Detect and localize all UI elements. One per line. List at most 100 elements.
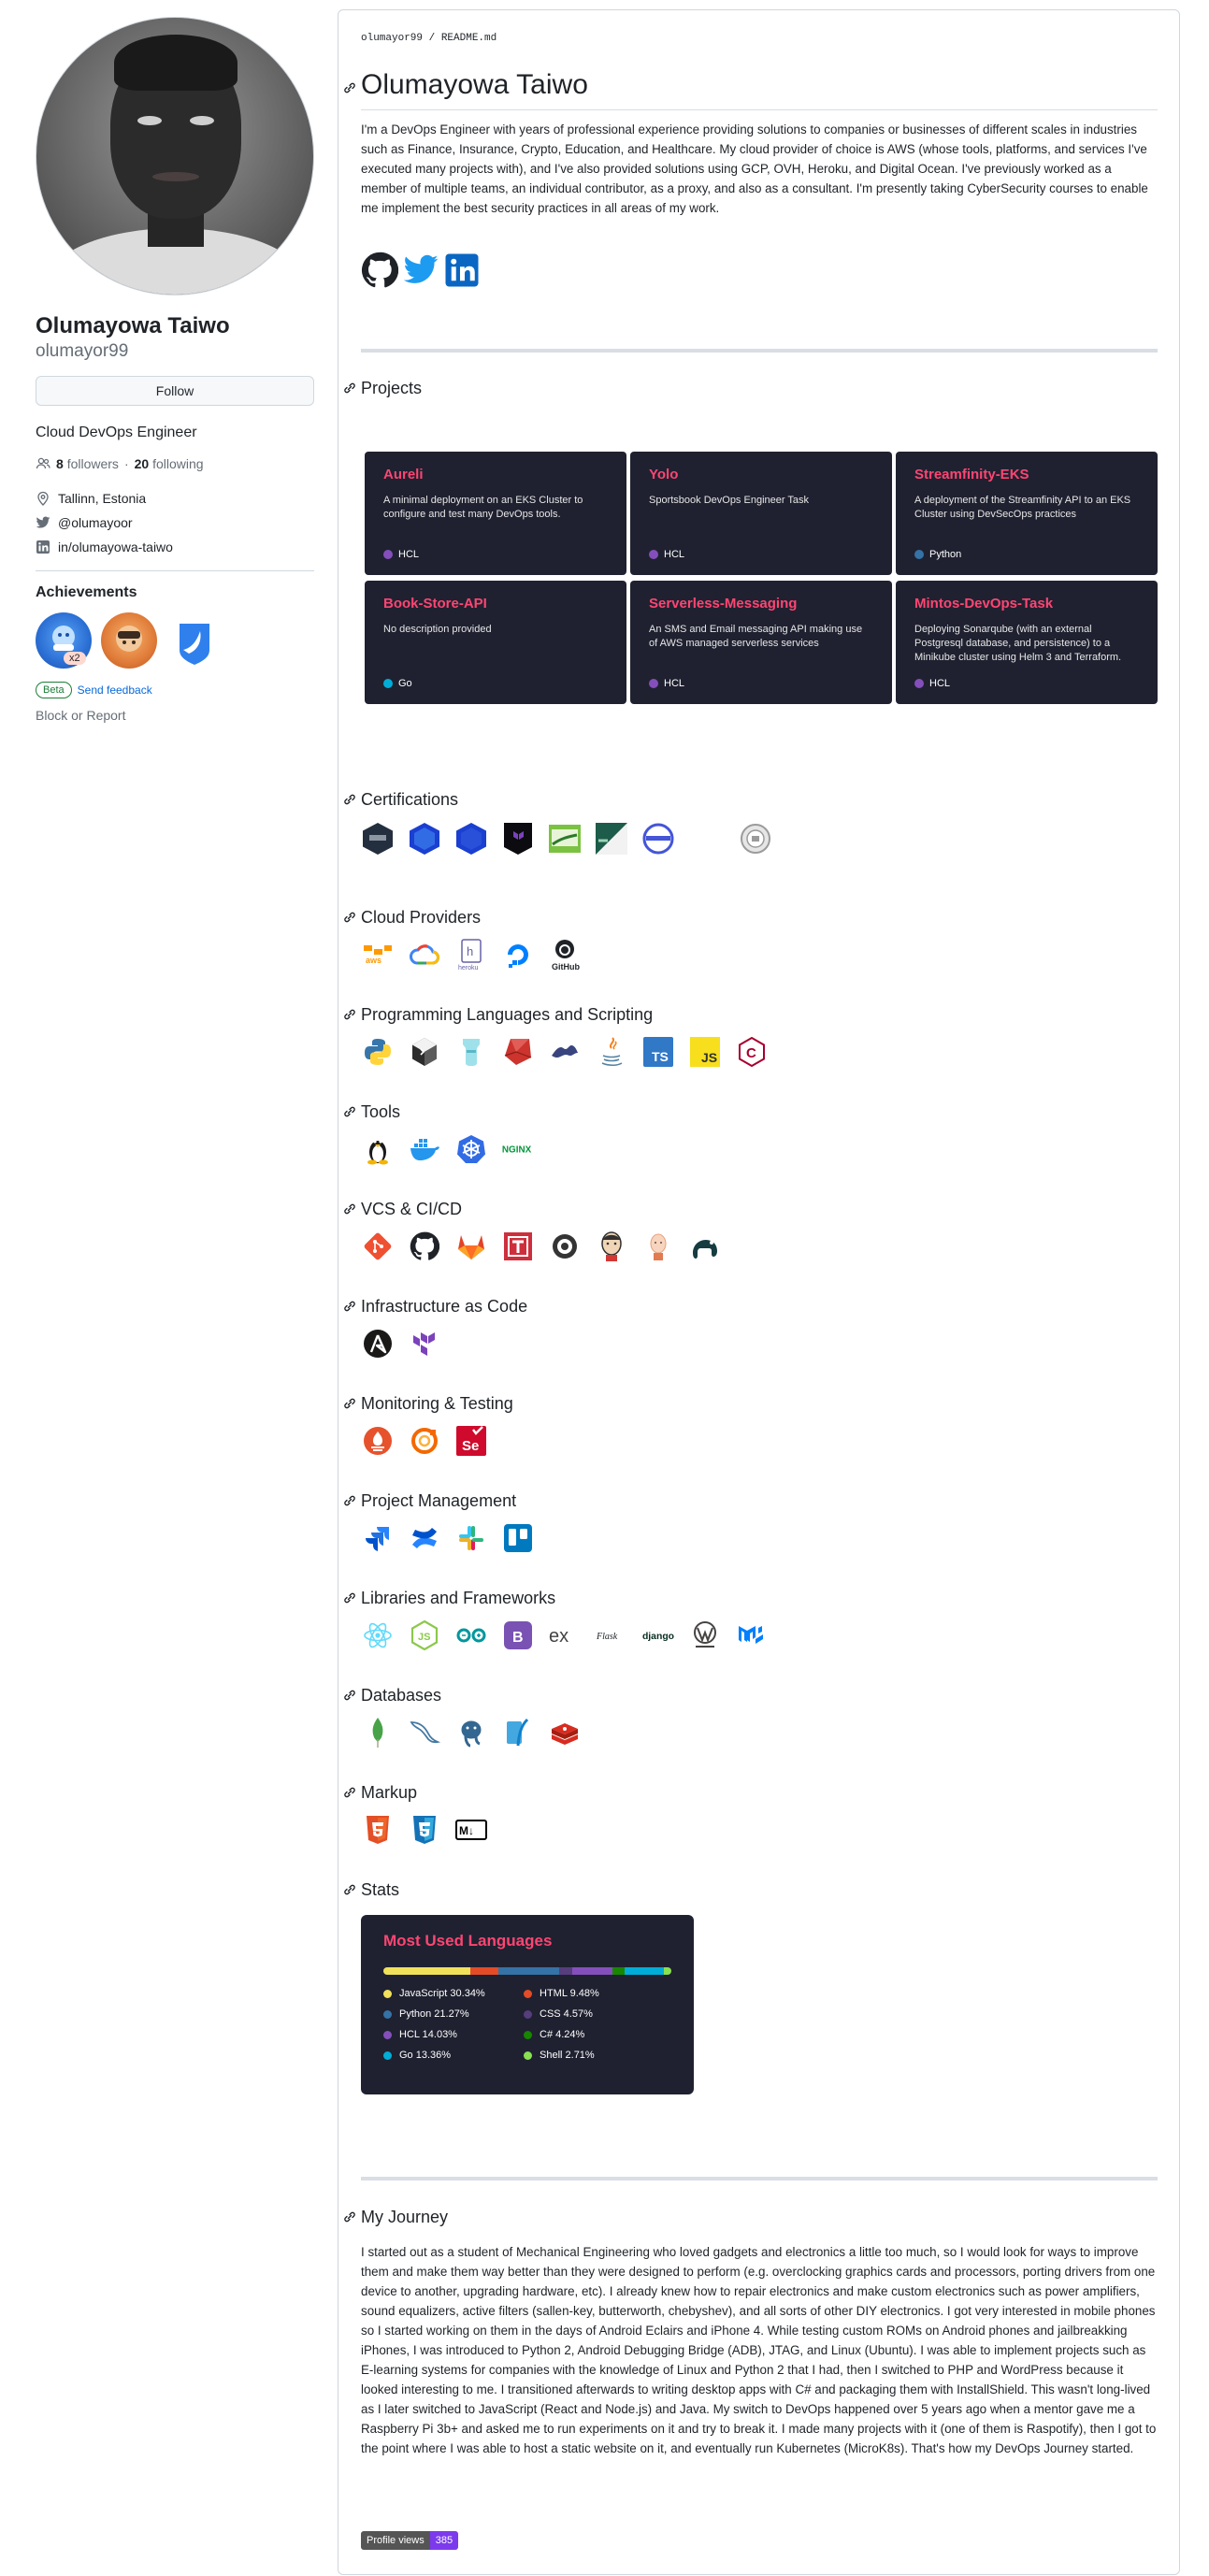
git-icon[interactable]: [361, 1230, 395, 1263]
postgresql-icon[interactable]: [454, 1716, 488, 1749]
powershell-icon[interactable]: [454, 1035, 488, 1069]
kubernetes-admin-cert-badge-icon[interactable]: [454, 822, 488, 856]
project-card[interactable]: Aureli A minimal deployment on an EKS Clu…: [365, 452, 626, 575]
aws-icon[interactable]: aws: [361, 938, 395, 971]
linux-cert-badge-icon[interactable]: [595, 822, 628, 856]
google-cloud-icon[interactable]: [408, 938, 441, 971]
bash-icon[interactable]: [408, 1035, 441, 1069]
link-anchor-icon[interactable]: [342, 1299, 357, 1314]
devops-cert-badge-icon[interactable]: [548, 822, 582, 856]
readme-path-file[interactable]: README.md: [441, 33, 497, 44]
bootstrap-icon[interactable]: B: [501, 1619, 535, 1652]
grafana-icon[interactable]: [408, 1424, 441, 1458]
project-card[interactable]: Streamfinity-EKS A deployment of the Stre…: [896, 452, 1158, 575]
circleci-icon[interactable]: [548, 1230, 582, 1263]
argocd-icon[interactable]: [688, 1230, 722, 1263]
mysql-icon[interactable]: [408, 1716, 441, 1749]
flask-icon[interactable]: Flask: [595, 1619, 628, 1652]
wordpress-icon[interactable]: [688, 1619, 722, 1652]
github-icon[interactable]: [361, 252, 398, 289]
twitter-icon[interactable]: [402, 252, 439, 289]
link-anchor-icon[interactable]: [342, 1785, 357, 1800]
link-anchor-icon[interactable]: [342, 1493, 357, 1508]
markdown-icon[interactable]: M↓: [454, 1813, 488, 1847]
digitalocean-icon[interactable]: [501, 938, 535, 971]
location-icon: [37, 491, 49, 506]
link-anchor-icon[interactable]: [342, 1396, 357, 1411]
material-ui-icon[interactable]: [735, 1619, 769, 1652]
trello-icon[interactable]: [501, 1521, 535, 1555]
arduino-icon[interactable]: [454, 1619, 488, 1652]
project-card[interactable]: Yolo Sportsbook DevOps Engineer Task HCL: [630, 452, 892, 575]
section-divider: [361, 2177, 1158, 2180]
project-card[interactable]: Mintos-DevOps-Task Deploying Sonarqube (w…: [896, 581, 1158, 704]
kubernetes-icon[interactable]: [454, 1132, 488, 1166]
followers-link[interactable]: 8 followers: [56, 456, 119, 471]
ansible-icon[interactable]: [361, 1327, 395, 1360]
slack-icon[interactable]: [454, 1521, 488, 1555]
project-card[interactable]: Book-Store-API No description provided Go: [365, 581, 626, 704]
block-or-report-link[interactable]: Block or Report: [36, 708, 314, 723]
link-anchor-icon[interactable]: [342, 1007, 357, 1022]
following-link[interactable]: 20 following: [135, 456, 204, 471]
link-anchor-icon[interactable]: [342, 2209, 357, 2224]
aws-cert-badge-icon[interactable]: [361, 822, 395, 856]
html5-icon[interactable]: [361, 1813, 395, 1847]
readme-path-user[interactable]: olumayor99: [361, 33, 423, 44]
link-anchor-icon[interactable]: [342, 1202, 357, 1216]
achievement-yolo-badge[interactable]: x2: [36, 612, 92, 669]
link-anchor-icon[interactable]: [342, 910, 357, 925]
jenkins-icon[interactable]: [595, 1230, 628, 1263]
react-icon[interactable]: [361, 1619, 395, 1652]
travis-icon[interactable]: [501, 1230, 535, 1263]
linkedin-icon[interactable]: [443, 252, 481, 289]
send-feedback-link[interactable]: Send feedback: [78, 684, 152, 697]
jira-icon[interactable]: [361, 1521, 395, 1555]
link-anchor-icon[interactable]: [342, 1688, 357, 1703]
link-anchor-icon[interactable]: [342, 80, 357, 95]
follow-button[interactable]: Follow: [36, 376, 314, 406]
cloud-cert-badge-icon[interactable]: [641, 822, 675, 856]
docker-icon[interactable]: [408, 1132, 441, 1166]
link-anchor-icon[interactable]: [342, 1882, 357, 1897]
django-icon[interactable]: django: [641, 1619, 675, 1652]
link-anchor-icon[interactable]: [342, 1590, 357, 1605]
javascript-icon[interactable]: JS: [688, 1035, 722, 1069]
seal-cert-badge-icon[interactable]: [739, 822, 772, 856]
profile-twitter[interactable]: @olumayoor: [58, 515, 133, 530]
selenium-icon[interactable]: Se: [454, 1424, 488, 1458]
achievement-pair-extraordinaire-badge[interactable]: [101, 612, 157, 669]
gitlab-icon[interactable]: [454, 1230, 488, 1263]
express-icon[interactable]: ex: [548, 1619, 582, 1652]
link-anchor-icon[interactable]: [342, 381, 357, 396]
jenkins-x-icon[interactable]: [641, 1230, 675, 1263]
sqlite-icon[interactable]: [501, 1716, 535, 1749]
heroku-icon[interactable]: h heroku: [454, 938, 488, 971]
project-card[interactable]: Serverless-Messaging An SMS and Email mes…: [630, 581, 892, 704]
link-anchor-icon[interactable]: [342, 1104, 357, 1119]
ruby-icon[interactable]: [501, 1035, 535, 1069]
mongodb-icon[interactable]: [361, 1716, 395, 1749]
prometheus-icon[interactable]: [361, 1424, 395, 1458]
redis-icon[interactable]: [548, 1716, 582, 1749]
css3-icon[interactable]: [408, 1813, 441, 1847]
terraform-icon[interactable]: [408, 1327, 441, 1360]
python-icon[interactable]: [361, 1035, 395, 1069]
confluence-icon[interactable]: [408, 1521, 441, 1555]
linux-icon[interactable]: [361, 1132, 395, 1166]
github-icon[interactable]: GitHub: [548, 938, 582, 971]
perl-icon[interactable]: [548, 1035, 582, 1069]
github-icon[interactable]: [408, 1230, 441, 1263]
c-icon[interactable]: C: [735, 1035, 769, 1069]
profile-linkedin[interactable]: in/olumayowa-taiwo: [58, 540, 173, 554]
nginx-icon[interactable]: NGINX: [501, 1132, 535, 1166]
kubernetes-cert-badge-icon[interactable]: [408, 822, 441, 856]
java-icon[interactable]: [595, 1035, 628, 1069]
ibm-cert-badge-icon[interactable]: [688, 822, 726, 856]
typescript-icon[interactable]: TS: [641, 1035, 675, 1069]
achievement-pull-shark-badge[interactable]: [166, 612, 223, 669]
link-anchor-icon[interactable]: [342, 792, 357, 807]
avatar[interactable]: [36, 17, 314, 295]
nodejs-icon[interactable]: JS: [408, 1619, 441, 1652]
terraform-cert-badge-icon[interactable]: [501, 822, 535, 856]
